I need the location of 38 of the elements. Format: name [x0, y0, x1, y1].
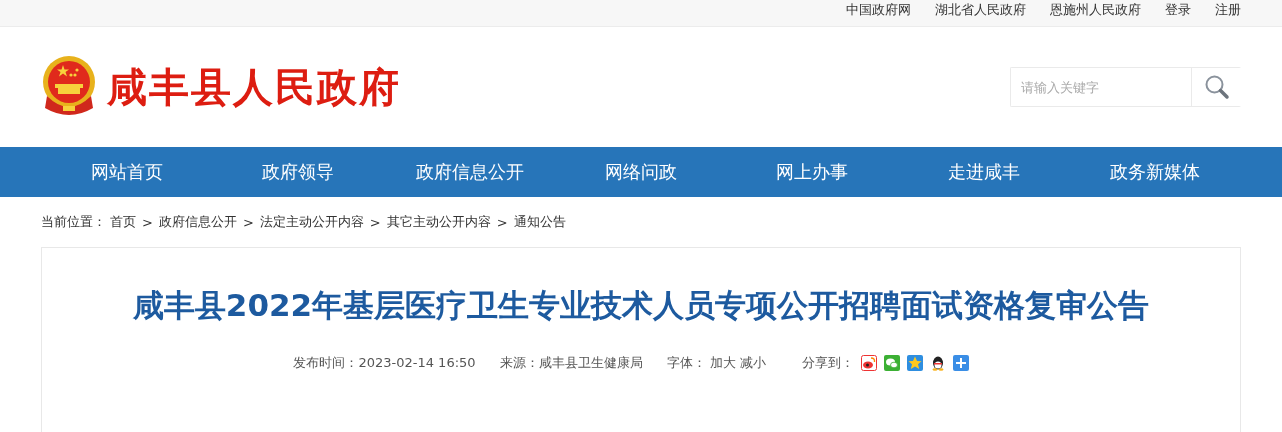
breadcrumb-link[interactable]: 首页 — [110, 213, 136, 231]
share-label: 分享到： — [801, 354, 854, 372]
breadcrumb-link[interactable]: 政府信息公开 — [158, 213, 237, 231]
nav-item[interactable]: 网上办事 — [726, 160, 899, 184]
nav-item[interactable]: 网络问政 — [555, 160, 727, 184]
nav-item[interactable]: 政务新媒体 — [1069, 160, 1241, 184]
breadcrumb-separator: > — [142, 214, 153, 230]
breadcrumb-link[interactable]: 通知公告 — [513, 213, 566, 231]
nav-item[interactable]: 网站首页 — [41, 160, 213, 184]
publish-time: 发布时间：2023-02-14 16:50 — [293, 354, 476, 372]
top-link[interactable]: 恩施州人民政府 — [1050, 1, 1141, 19]
top-link[interactable]: 登录 — [1165, 1, 1191, 19]
article-source: 来源：咸丰县卫生健康局 — [499, 354, 643, 372]
breadcrumb-link[interactable]: 法定主动公开内容 — [259, 213, 364, 231]
breadcrumb-separator: > — [369, 214, 381, 230]
nav-item[interactable]: 走进咸丰 — [898, 160, 1070, 184]
star-share-icon[interactable] — [906, 355, 923, 371]
search-icon — [1203, 74, 1230, 100]
font-size-link[interactable]: 减小 — [739, 355, 766, 370]
article-title: 咸丰县2022年基层医疗卫生专业技术人员专项公开招聘面试资格复审公告 — [131, 286, 1151, 325]
search-field[interactable]: 请输入关键字 — [1010, 67, 1241, 107]
emblem-icon — [41, 56, 97, 118]
top-link[interactable]: 注册 — [1215, 1, 1241, 19]
breadcrumb-link[interactable]: 其它主动公开内容 — [386, 213, 491, 231]
nav-item[interactable]: 政府信息公开 — [383, 160, 556, 184]
breadcrumb-separator: > — [242, 214, 254, 230]
wechat-share-icon[interactable] — [883, 355, 900, 371]
font-size-link[interactable]: 加大 — [709, 355, 736, 370]
font-size-label: 字体： — [666, 355, 706, 370]
nav-item[interactable]: 政府领导 — [212, 160, 384, 184]
site-title: 咸丰县人民政府 — [107, 62, 401, 112]
plus-share-icon[interactable] — [952, 355, 969, 371]
breadcrumb-label: 当前位置： — [41, 213, 106, 231]
breadcrumb-separator: > — [496, 214, 508, 230]
top-link[interactable]: 湖北省人民政府 — [935, 1, 1026, 19]
search-button[interactable] — [1191, 68, 1241, 106]
top-link[interactable]: 中国政府网 — [846, 1, 911, 19]
weibo-share-icon[interactable] — [860, 355, 877, 371]
